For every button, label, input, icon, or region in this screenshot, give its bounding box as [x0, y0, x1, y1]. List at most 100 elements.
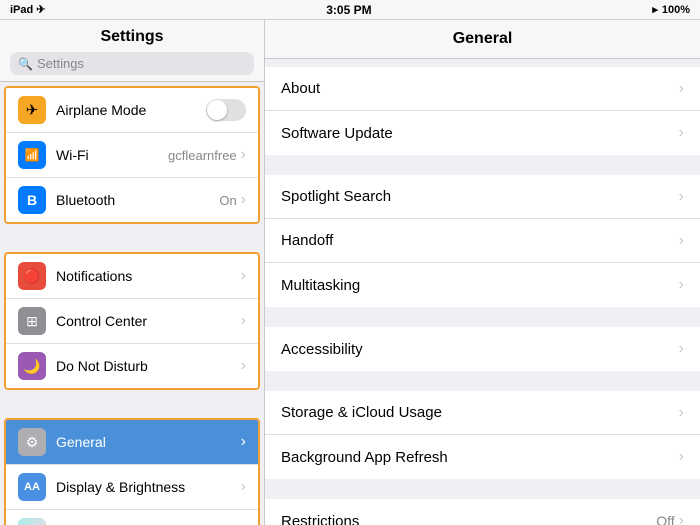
right-group-4: Storage & iCloud Usage › Background App …: [265, 391, 700, 479]
status-time: 3:05 PM: [326, 3, 371, 17]
sidebar-group-3-highlight: ⚙ General › AA Display & Brightness › 🖼 …: [4, 418, 260, 525]
spacer-2: [0, 394, 264, 414]
sidebar-item-control-center[interactable]: ⊞ Control Center ›: [6, 299, 258, 344]
spotlight-label: Spotlight Search: [281, 188, 679, 205]
right-item-spotlight[interactable]: Spotlight Search ›: [265, 175, 700, 219]
dnd-label: Do Not Disturb: [56, 358, 241, 374]
right-title: General: [281, 30, 684, 48]
general-chevron: ›: [241, 433, 246, 451]
sidebar-item-wallpaper[interactable]: 🖼 Wallpaper ›: [6, 510, 258, 525]
right-item-multitasking[interactable]: Multitasking ›: [265, 263, 700, 307]
sidebar-group-3: ⚙ General › AA Display & Brightness › 🖼 …: [6, 420, 258, 525]
search-bar[interactable]: 🔍 Settings: [10, 52, 254, 75]
right-items: About › Software Update › Spotlight Sear…: [265, 59, 700, 525]
right-item-restrictions[interactable]: Restrictions Off ›: [265, 499, 700, 525]
restrictions-chevron: ›: [679, 512, 684, 525]
right-group-5: Restrictions Off ›: [265, 499, 700, 525]
about-chevron: ›: [679, 80, 684, 98]
right-group-3: Accessibility ›: [265, 327, 700, 371]
wifi-value: gcflearnfree: [168, 148, 237, 163]
restrictions-label: Restrictions: [281, 513, 656, 525]
control-center-label: Control Center: [56, 313, 241, 329]
status-right: ▸ 100%: [652, 3, 690, 16]
right-item-software-update[interactable]: Software Update ›: [265, 111, 700, 155]
right-spacer-0: [265, 59, 700, 67]
sidebar-item-display[interactable]: AA Display & Brightness ›: [6, 465, 258, 510]
display-chevron: ›: [241, 478, 246, 496]
search-icon: 🔍: [18, 57, 33, 71]
spotlight-chevron: ›: [679, 188, 684, 206]
right-item-handoff[interactable]: Handoff ›: [265, 219, 700, 263]
sidebar-item-bluetooth[interactable]: B Bluetooth On ›: [6, 178, 258, 222]
notifications-chevron: ›: [241, 267, 246, 285]
background-label: Background App Refresh: [281, 449, 679, 466]
wifi-icon: 📶: [18, 141, 46, 169]
dnd-chevron: ›: [241, 357, 246, 375]
sidebar-group-2-highlight: 🔴 Notifications › ⊞ Control Center › 🌙 D…: [4, 252, 260, 390]
accessibility-chevron: ›: [679, 340, 684, 358]
right-item-background[interactable]: Background App Refresh ›: [265, 435, 700, 479]
sidebar-item-dnd[interactable]: 🌙 Do Not Disturb ›: [6, 344, 258, 388]
right-group-1: About › Software Update ›: [265, 67, 700, 155]
main-layout: Settings 🔍 Settings ✈ Airplane Mode: [0, 20, 700, 525]
spacer-1: [0, 228, 264, 248]
wifi-chevron: ›: [241, 146, 246, 164]
multitasking-label: Multitasking: [281, 277, 679, 294]
software-update-label: Software Update: [281, 125, 679, 142]
software-update-chevron: ›: [679, 124, 684, 142]
bluetooth-icon: B: [18, 186, 46, 214]
about-label: About: [281, 80, 679, 97]
storage-label: Storage & iCloud Usage: [281, 404, 679, 421]
right-item-accessibility[interactable]: Accessibility ›: [265, 327, 700, 371]
right-group-2: Spotlight Search › Handoff › Multitaskin…: [265, 175, 700, 307]
sidebar-title: Settings: [10, 28, 254, 46]
right-item-storage[interactable]: Storage & iCloud Usage ›: [265, 391, 700, 435]
right-spacer-3: [265, 371, 700, 391]
display-icon: AA: [18, 473, 46, 501]
right-spacer-1: [265, 155, 700, 175]
sidebar-item-wifi[interactable]: 📶 Wi-Fi gcflearnfree ›: [6, 133, 258, 178]
restrictions-value: Off: [656, 513, 674, 525]
notifications-label: Notifications: [56, 268, 241, 284]
general-icon: ⚙: [18, 428, 46, 456]
wifi-label: Wi-Fi: [56, 147, 168, 163]
control-center-chevron: ›: [241, 312, 246, 330]
handoff-chevron: ›: [679, 232, 684, 250]
ipad-label: iPad ✈: [10, 3, 46, 16]
background-chevron: ›: [679, 448, 684, 466]
battery-percent: 100%: [662, 4, 690, 16]
sidebar-items: ✈ Airplane Mode 📶 Wi-Fi gcflearnfree › B: [0, 82, 264, 525]
display-label: Display & Brightness: [56, 479, 241, 495]
battery-icon: ▸: [652, 3, 658, 16]
bluetooth-chevron: ›: [241, 191, 246, 209]
status-bar: iPad ✈ 3:05 PM ▸ 100%: [0, 0, 700, 20]
airplane-icon: ✈: [18, 96, 46, 124]
wallpaper-icon: 🖼: [18, 518, 46, 525]
dnd-icon: 🌙: [18, 352, 46, 380]
sidebar-group-1-highlight: ✈ Airplane Mode 📶 Wi-Fi gcflearnfree › B: [4, 86, 260, 224]
right-header: General: [265, 20, 700, 59]
bluetooth-label: Bluetooth: [56, 192, 219, 208]
right-spacer-4: [265, 479, 700, 499]
multitasking-chevron: ›: [679, 276, 684, 294]
sidebar-item-airplane[interactable]: ✈ Airplane Mode: [6, 88, 258, 133]
notifications-icon: 🔴: [18, 262, 46, 290]
sidebar-item-general[interactable]: ⚙ General ›: [6, 420, 258, 465]
sidebar: Settings 🔍 Settings ✈ Airplane Mode: [0, 20, 265, 525]
status-left: iPad ✈: [10, 3, 46, 16]
sidebar-item-notifications[interactable]: 🔴 Notifications ›: [6, 254, 258, 299]
right-panel: General About › Software Update › Spotli…: [265, 20, 700, 525]
bluetooth-value: On: [219, 193, 236, 208]
storage-chevron: ›: [679, 404, 684, 422]
right-spacer-2: [265, 307, 700, 327]
control-center-icon: ⊞: [18, 307, 46, 335]
right-item-about[interactable]: About ›: [265, 67, 700, 111]
sidebar-header: Settings 🔍 Settings: [0, 20, 264, 82]
search-placeholder: Settings: [37, 56, 84, 71]
airplane-toggle[interactable]: [206, 99, 246, 121]
airplane-label: Airplane Mode: [56, 102, 206, 118]
accessibility-label: Accessibility: [281, 341, 679, 358]
sidebar-group-1: ✈ Airplane Mode 📶 Wi-Fi gcflearnfree › B: [6, 88, 258, 222]
handoff-label: Handoff: [281, 232, 679, 249]
general-label: General: [56, 434, 241, 450]
